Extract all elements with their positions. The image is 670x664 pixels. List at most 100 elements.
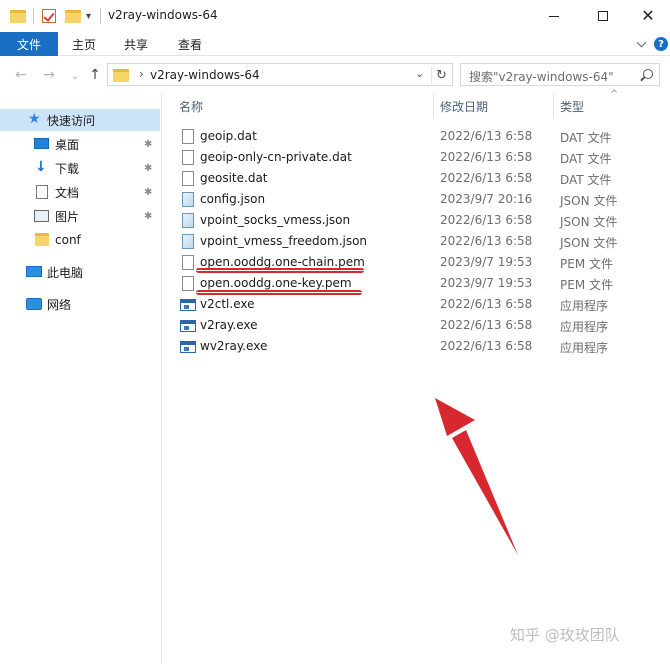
file-type: PEM 文件 [560, 257, 613, 271]
document-icon [36, 185, 52, 199]
pin-icon: ✱ [144, 210, 153, 222]
file-date: 2022/6/13 6:58 [440, 129, 533, 143]
watermark: 知乎 @玫玫团队 [510, 626, 620, 644]
column-header-date[interactable]: 修改日期 [440, 94, 488, 118]
forward-button[interactable]: → [40, 66, 58, 84]
file-type: JSON 文件 [560, 215, 618, 229]
file-icon [182, 171, 194, 186]
folder-icon[interactable] [10, 7, 26, 25]
file-type: DAT 文件 [560, 173, 612, 187]
new-folder-icon[interactable] [65, 7, 81, 25]
tab-share[interactable]: 共享 [124, 32, 148, 56]
maximize-icon [598, 11, 608, 21]
file-icon [182, 150, 194, 165]
breadcrumb-chevron-icon[interactable]: › [139, 67, 144, 81]
highlight-underline [196, 290, 362, 295]
divider [100, 8, 101, 24]
table-row[interactable]: vpoint_vmess_freedom.json 2022/6/13 6:58… [172, 231, 642, 252]
file-name: geoip.dat [200, 129, 257, 143]
file-type: 应用程序 [560, 341, 609, 355]
sidebar-item-label: 图片 [55, 209, 80, 224]
navigation-bar: ← → ⌄ ↑ › v2ray-windows-64 ⌄ ↻ 搜索"v2ray-… [0, 56, 670, 94]
file-name: v2ctl.exe [200, 297, 255, 311]
tab-view[interactable]: 查看 [178, 32, 202, 56]
file-name: open.ooddg.one-key.pem [200, 276, 352, 290]
address-bar[interactable]: › v2ray-windows-64 ⌄ ↻ [107, 63, 453, 86]
table-row[interactable]: geoip-only-cn-private.dat 2022/6/13 6:58… [172, 147, 642, 168]
file-type: JSON 文件 [560, 194, 618, 208]
file-type: 应用程序 [560, 320, 609, 334]
recent-locations-button[interactable]: ⌄ [66, 66, 84, 84]
file-date: 2022/6/13 6:58 [440, 297, 533, 311]
navigation-pane: ★ 快速访问 桌面 ✱ ↓ 下载 ✱ 文档 ✱ 图片 ✱ conf 此电脑 网络 [0, 94, 162, 664]
file-type: DAT 文件 [560, 131, 612, 145]
chevron-down-icon [636, 37, 646, 48]
table-row[interactable]: vpoint_socks_vmess.json 2022/6/13 6:58 J… [172, 210, 642, 231]
app-icon [180, 341, 196, 353]
app-icon [180, 320, 196, 332]
sidebar-item-documents[interactable]: 文档 ✱ [0, 181, 160, 203]
search-placeholder: 搜索"v2ray-windows-64" [469, 70, 614, 84]
file-date: 2022/6/13 6:58 [440, 339, 533, 353]
sidebar-item-label: 下载 [55, 161, 80, 176]
table-row[interactable]: v2ctl.exe 2022/6/13 6:58 应用程序 [172, 294, 642, 315]
title-bar: ▾ v2ray-windows-64 ✕ [0, 0, 670, 32]
file-type: DAT 文件 [560, 152, 612, 166]
table-row[interactable]: wv2ray.exe 2022/6/13 6:58 应用程序 [172, 336, 642, 357]
sidebar-item-this-pc[interactable]: 此电脑 [0, 261, 160, 283]
sidebar-item-quick-access[interactable]: ★ 快速访问 [0, 109, 160, 131]
tab-file[interactable]: 文件 [0, 32, 58, 56]
breadcrumb[interactable]: v2ray-windows-64 [150, 68, 260, 82]
file-name: vpoint_socks_vmess.json [200, 213, 351, 227]
file-icon [182, 129, 194, 144]
table-row[interactable]: v2ray.exe 2022/6/13 6:58 应用程序 [172, 315, 642, 336]
network-icon [26, 298, 42, 312]
json-file-icon [182, 234, 194, 249]
close-button[interactable]: ✕ [625, 0, 670, 32]
close-icon: ✕ [641, 6, 655, 25]
help-button[interactable]: ? [654, 37, 668, 51]
expand-ribbon-button[interactable] [634, 37, 648, 51]
file-name: v2ray.exe [200, 318, 258, 332]
window-title: v2ray-windows-64 [108, 8, 218, 22]
file-name: wv2ray.exe [200, 339, 268, 353]
properties-check-icon[interactable] [42, 7, 56, 25]
column-divider[interactable] [433, 94, 434, 118]
address-dropdown-icon[interactable]: ⌄ [415, 67, 424, 80]
file-name: open.ooddg.one-chain.pem [200, 255, 365, 269]
sidebar-item-conf[interactable]: conf [0, 229, 160, 251]
maximize-button[interactable] [580, 0, 626, 32]
minimize-icon [549, 15, 559, 17]
file-type: JSON 文件 [560, 236, 618, 250]
table-row[interactable]: geosite.dat 2022/6/13 6:58 DAT 文件 [172, 168, 642, 189]
table-row[interactable]: config.json 2023/9/7 20:16 JSON 文件 [172, 189, 642, 210]
sidebar-item-desktop[interactable]: 桌面 ✱ [0, 133, 160, 155]
customize-toolbar-dropdown-icon[interactable]: ▾ [86, 7, 91, 25]
sidebar-item-label: 网络 [47, 297, 72, 312]
arrow-head [435, 398, 475, 436]
json-file-icon [182, 192, 194, 207]
column-header-type[interactable]: 类型 [560, 94, 584, 118]
pin-icon: ✱ [144, 186, 153, 198]
minimize-button[interactable] [531, 0, 577, 32]
sidebar-item-downloads[interactable]: ↓ 下载 ✱ [0, 157, 160, 179]
column-divider[interactable] [553, 94, 554, 118]
ribbon-tabs: 文件 主页 共享 查看 ? [0, 32, 670, 56]
column-header-name[interactable]: 名称 [179, 94, 203, 118]
sidebar-item-pictures[interactable]: 图片 ✱ [0, 205, 160, 227]
sort-ascending-icon: ^ [610, 89, 619, 100]
file-date: 2022/6/13 6:58 [440, 150, 533, 164]
table-row[interactable]: geoip.dat 2022/6/13 6:58 DAT 文件 [172, 126, 642, 147]
sidebar-item-label: 快速访问 [47, 113, 96, 128]
arrow-shaft [452, 430, 518, 555]
file-type: PEM 文件 [560, 278, 613, 292]
up-button[interactable]: ↑ [86, 66, 104, 84]
sidebar-item-label: 文档 [55, 185, 80, 200]
file-name: vpoint_vmess_freedom.json [200, 234, 368, 248]
back-button[interactable]: ← [12, 66, 30, 84]
sidebar-item-network[interactable]: 网络 [0, 293, 160, 315]
file-date: 2022/6/13 6:58 [440, 171, 533, 185]
refresh-button[interactable]: ↻ [431, 66, 451, 84]
tab-home[interactable]: 主页 [72, 32, 96, 56]
search-input[interactable]: 搜索"v2ray-windows-64" [460, 63, 660, 86]
